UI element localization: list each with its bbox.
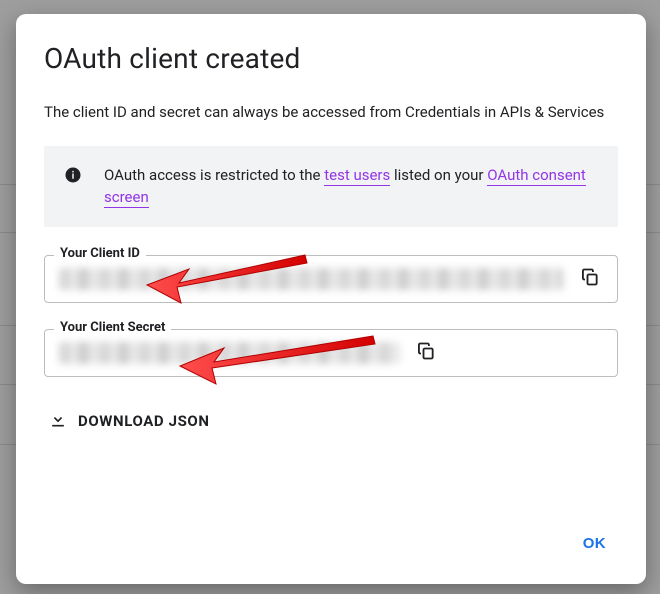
- test-users-link[interactable]: test users: [324, 166, 390, 186]
- dialog-footer: OK: [44, 527, 618, 566]
- copy-client-id-button[interactable]: [573, 262, 607, 296]
- copy-icon: [416, 341, 436, 364]
- client-id-value[interactable]: [59, 268, 563, 290]
- download-json-label: DOWNLOAD JSON: [78, 412, 210, 430]
- info-icon: [64, 166, 82, 184]
- copy-icon: [580, 267, 600, 290]
- modal-backdrop: OAuth client created The client ID and s…: [0, 0, 660, 594]
- info-text: OAuth access is restricted to the test u…: [104, 164, 598, 209]
- copy-client-secret-button[interactable]: [409, 336, 443, 370]
- client-secret-value[interactable]: [59, 342, 399, 364]
- download-icon: [48, 409, 68, 433]
- info-text-prefix: OAuth access is restricted to the: [104, 166, 324, 184]
- client-id-box: [44, 255, 618, 303]
- download-json-button[interactable]: DOWNLOAD JSON: [44, 403, 618, 439]
- dialog-subtext: The client ID and secret can always be a…: [44, 101, 618, 124]
- dialog-title: OAuth client created: [44, 42, 618, 75]
- client-secret-box: [44, 329, 618, 377]
- info-text-mid: listed on your: [390, 166, 487, 184]
- client-id-label: Your Client ID: [54, 246, 146, 261]
- oauth-client-created-dialog: OAuth client created The client ID and s…: [16, 14, 646, 584]
- client-id-field: Your Client ID: [44, 255, 618, 303]
- client-secret-field: Your Client Secret: [44, 329, 618, 377]
- client-secret-label: Your Client Secret: [54, 320, 171, 335]
- info-banner: OAuth access is restricted to the test u…: [44, 146, 618, 227]
- ok-button[interactable]: OK: [571, 527, 618, 560]
